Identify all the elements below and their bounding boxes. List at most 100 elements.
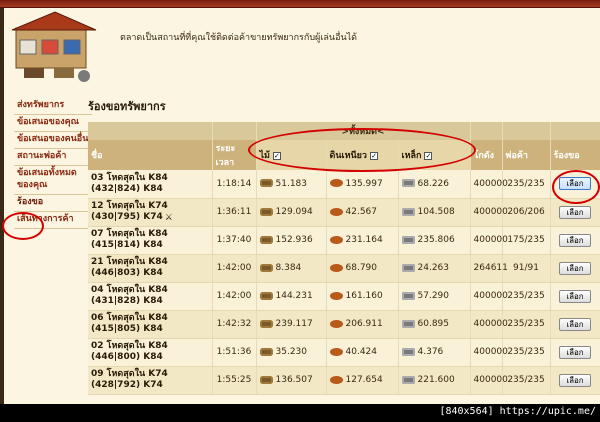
table-row: 12 โหดสุดใน K74 (430|795) K74 ⚔ 1:36:11 129… bbox=[88, 198, 600, 227]
clay-amount: 42.567 bbox=[345, 207, 378, 217]
sidebar-item-other-offers[interactable]: ข้อเสนอของคนอื่น bbox=[14, 132, 92, 149]
table-row: 07 โหดสุดใน K84 (415|814) K84 1:37:40 152.… bbox=[88, 226, 600, 255]
iron-amount: 4.376 bbox=[417, 347, 444, 357]
wood-icon bbox=[259, 319, 273, 328]
watermark: [840x564] https://upic.me/ bbox=[439, 406, 596, 417]
wood-icon bbox=[259, 179, 273, 188]
village-name[interactable]: 09 โหดสุดใน K74 (428|792) K74 bbox=[88, 366, 213, 395]
wood-amount: 144.231 bbox=[275, 291, 313, 301]
iron-cell: 60.895 bbox=[398, 310, 471, 339]
village-name[interactable]: 12 โหดสุดใน K74 (430|795) K74 ⚔ bbox=[88, 198, 213, 227]
clay-amount: 135.997 bbox=[345, 178, 383, 189]
village-name-text: 03 โหดสุดใน K84 (432|824) K84 bbox=[91, 172, 168, 194]
table-row: 06 โหดสุดใน K84 (415|805) K84 1:42:32 239.… bbox=[88, 310, 600, 339]
select-cell: เลือก bbox=[550, 310, 600, 339]
sidebar-highlight-circle bbox=[2, 212, 44, 240]
village-name-text: 21 โหดสุดใน K84 (446|803) K84 bbox=[91, 257, 168, 278]
select-button[interactable]: เลือก bbox=[559, 373, 592, 387]
warehouse-capacity: 264611 bbox=[470, 254, 508, 283]
wood-amount: 136.507 bbox=[275, 375, 313, 385]
travel-time: 1:36:11 bbox=[212, 198, 257, 227]
iron-icon bbox=[401, 263, 415, 272]
village-name-text: 04 โหดสุดใน K84 (431|828) K84 bbox=[91, 285, 168, 306]
iron-icon bbox=[401, 375, 415, 384]
warehouse-capacity: 400000 bbox=[470, 310, 508, 339]
clay-amount: 40.424 bbox=[345, 347, 378, 357]
village-name[interactable]: 07 โหดสุดใน K84 (415|814) K84 bbox=[88, 226, 213, 255]
col-header-name[interactable]: ชื่อ bbox=[88, 140, 213, 170]
iron-amount: 68.226 bbox=[417, 178, 450, 189]
iron-icon bbox=[401, 291, 415, 300]
iron-cell: 57.290 bbox=[398, 282, 471, 311]
warehouse-capacity: 400000 bbox=[470, 170, 508, 199]
merchant-count: 235/235 bbox=[502, 310, 551, 339]
clay-icon bbox=[329, 347, 343, 356]
clay-icon bbox=[329, 319, 343, 328]
wood-amount: 35.230 bbox=[275, 347, 308, 357]
select-button[interactable]: เลือก bbox=[559, 261, 592, 275]
wood-icon bbox=[259, 235, 273, 244]
village-name[interactable]: 04 โหดสุดใน K84 (431|828) K84 bbox=[88, 282, 213, 311]
village-name-text: 02 โหดสุดใน K84 (446|800) K84 bbox=[91, 341, 168, 362]
select-button[interactable]: เลือก bbox=[559, 233, 592, 247]
market-building-icon bbox=[11, 11, 97, 82]
iron-icon bbox=[401, 319, 415, 328]
travel-time: 1:37:40 bbox=[212, 226, 257, 255]
wood-cell: 35.230 bbox=[256, 338, 327, 367]
select-cell: เลือก bbox=[550, 226, 600, 255]
top-frame-bar bbox=[0, 0, 600, 8]
select-button[interactable]: เลือก bbox=[559, 205, 592, 219]
select-cell: เลือก bbox=[550, 282, 600, 311]
merchant-count: 175/235 bbox=[502, 226, 551, 255]
warehouse-capacity: 400000 bbox=[470, 366, 508, 395]
village-name[interactable]: 02 โหดสุดใน K84 (446|800) K84 bbox=[88, 338, 213, 367]
iron-amount: 60.895 bbox=[417, 319, 450, 329]
clay-amount: 68.790 bbox=[345, 263, 378, 273]
clay-icon bbox=[329, 263, 343, 272]
clay-cell: 42.567 bbox=[326, 198, 399, 227]
sidebar-item-send-resources[interactable]: ส่งทรัพยากร bbox=[14, 98, 92, 115]
village-name-text: 07 โหดสุดใน K84 (415|814) K84 bbox=[91, 229, 168, 250]
merchant-count: 235/235 bbox=[502, 282, 551, 311]
village-name[interactable]: 03 โหดสุดใน K84 (432|824) K84 bbox=[88, 170, 213, 199]
sidebar-item-all-your-offers[interactable]: ข้อเสนอทั้งหมดของคุณ bbox=[14, 166, 92, 195]
merchant-count: 235/235 bbox=[502, 338, 551, 367]
table-row: 21 โหดสุดใน K84 (446|803) K84 1:42:00 8.38… bbox=[88, 254, 600, 283]
select-button[interactable]: เลือก bbox=[559, 317, 592, 331]
col-header-merchants[interactable]: พ่อค้า bbox=[502, 140, 551, 170]
wood-cell: 129.094 bbox=[256, 198, 327, 227]
iron-cell: 235.806 bbox=[398, 226, 471, 255]
iron-cell: 24.263 bbox=[398, 254, 471, 283]
village-name[interactable]: 06 โหดสุดใน K84 (415|805) K84 bbox=[88, 310, 213, 339]
merchant-count: 91/91 bbox=[502, 254, 551, 283]
col-header-warehouse[interactable]: โกดัง bbox=[470, 140, 503, 170]
iron-cell: 4.376 bbox=[398, 338, 471, 367]
table-row: 09 โหดสุดใน K74 (428|792) K74 1:55:25 136.… bbox=[88, 366, 600, 395]
wood-icon bbox=[259, 207, 273, 216]
wood-icon bbox=[259, 263, 273, 272]
warehouse-capacity: 400000 bbox=[470, 226, 508, 255]
sidebar-item-request[interactable]: ร้องขอ bbox=[14, 195, 92, 212]
village-name-text: 06 โหดสุดใน K84 (415|805) K84 bbox=[91, 313, 168, 334]
select-button-highlight bbox=[552, 170, 600, 204]
table-row: 03 โหดสุดใน K84 (432|824) K84 1:18:14 51.1… bbox=[88, 170, 600, 199]
table-row: 02 โหดสุดใน K84 (446|800) K84 1:51:36 35.2… bbox=[88, 338, 600, 367]
select-cell: เลือก bbox=[550, 254, 600, 283]
merchant-count: 235/235 bbox=[502, 366, 551, 395]
select-button[interactable]: เลือก bbox=[559, 345, 592, 359]
sidebar: ส่งทรัพยากร ข้อเสนอของคุณ ข้อเสนอของคนอื… bbox=[14, 98, 92, 229]
wood-cell: 144.231 bbox=[256, 282, 327, 311]
clay-icon bbox=[329, 375, 343, 384]
swords-icon: ⚔ bbox=[164, 212, 173, 223]
sidebar-item-merchant-status[interactable]: สถานะพ่อค้า bbox=[14, 149, 92, 166]
col-header-time[interactable]: ระยะเวลา bbox=[212, 140, 257, 170]
wood-amount: 51.183 bbox=[275, 178, 308, 189]
iron-cell: 221.600 bbox=[398, 366, 471, 395]
market-description: ตลาดเป็นสถานที่ที่คุณใช้ติดต่อค้าขายทรัพ… bbox=[120, 33, 357, 43]
clay-cell: 231.164 bbox=[326, 226, 399, 255]
select-button[interactable]: เลือก bbox=[559, 289, 592, 303]
clay-icon bbox=[329, 179, 343, 188]
village-name[interactable]: 21 โหดสุดใน K84 (446|803) K84 bbox=[88, 254, 213, 283]
clay-cell: 127.654 bbox=[326, 366, 399, 395]
sidebar-item-your-offers[interactable]: ข้อเสนอของคุณ bbox=[14, 115, 92, 132]
